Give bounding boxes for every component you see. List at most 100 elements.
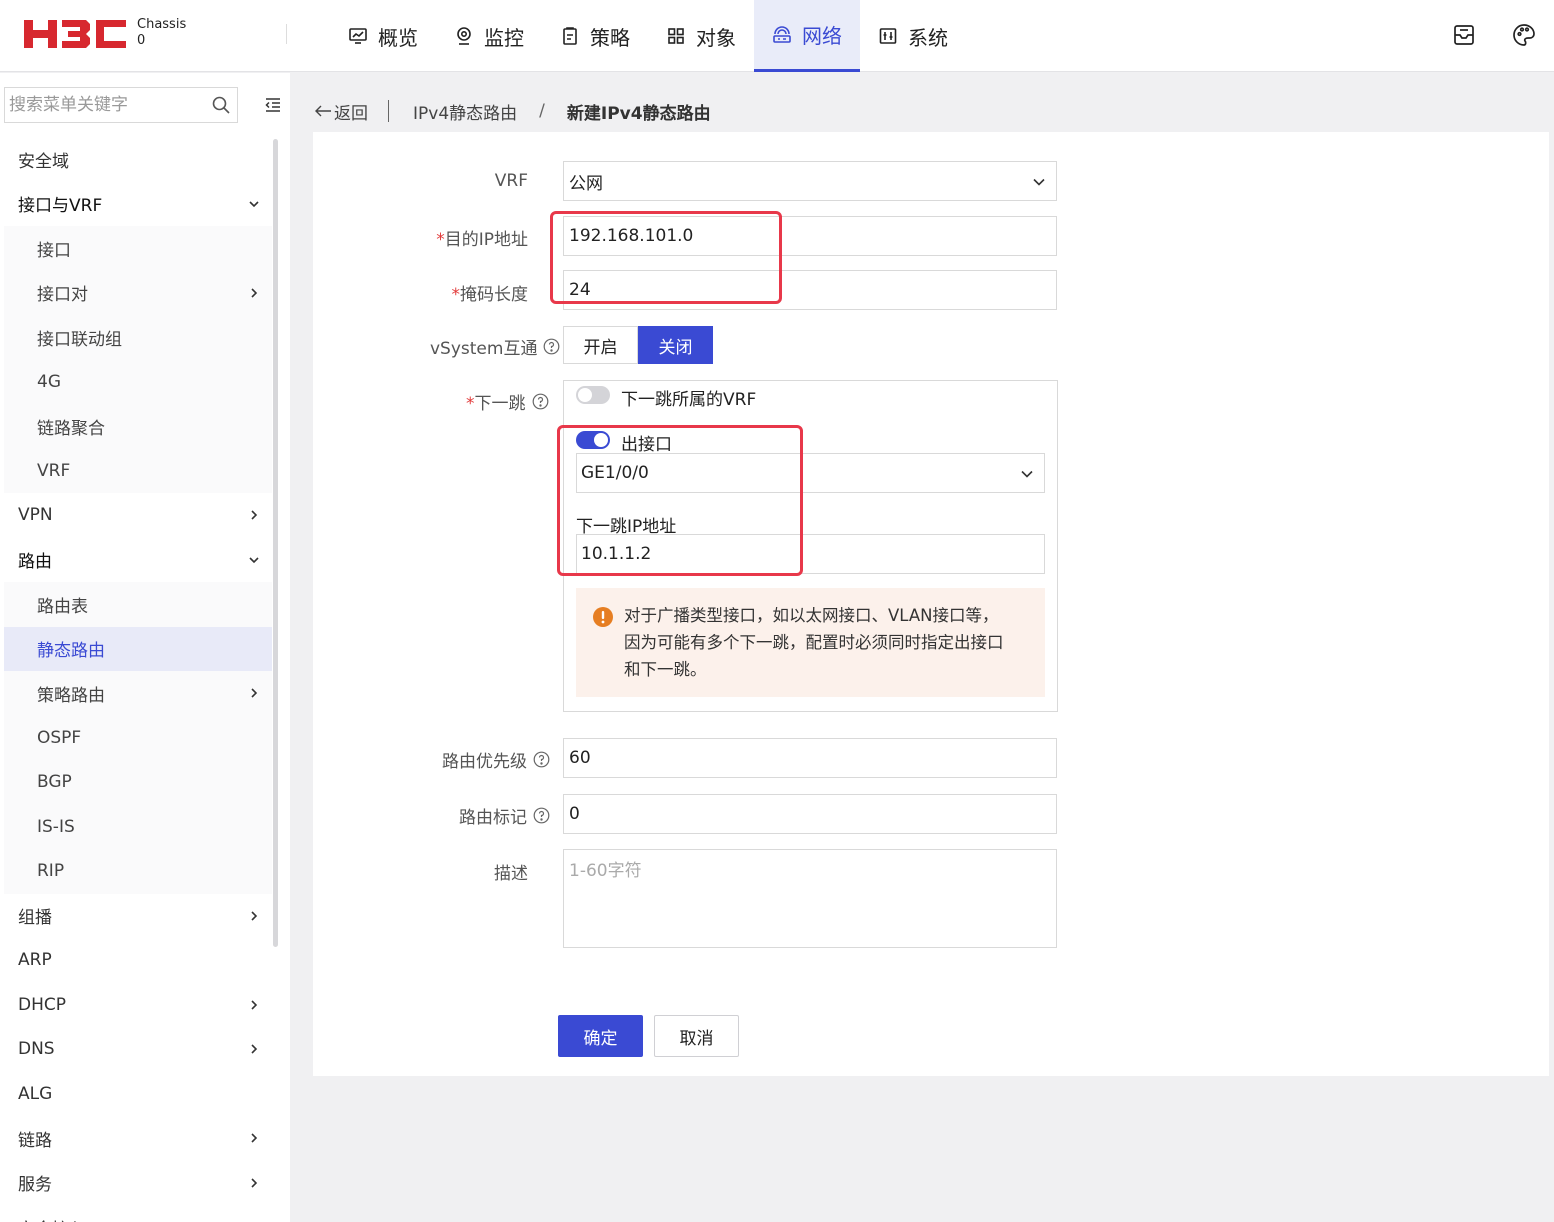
sidebar-item[interactable]: 链路聚合 [4, 404, 272, 449]
sidebar-item[interactable]: 路由 [4, 538, 272, 583]
sidebar-item-label: 组播 [18, 908, 52, 929]
nav-overview-label: 概览 [378, 25, 418, 50]
help-icon[interactable] [532, 393, 549, 410]
dest-ip-label-text: 目的IP地址 [444, 230, 528, 250]
h3c-logo[interactable] [24, 18, 126, 50]
nav-object[interactable]: 对象 [648, 0, 754, 72]
sidebar-item[interactable]: 4G [4, 359, 272, 404]
sidebar-item-label: 接口 [37, 240, 71, 261]
out-interface-select[interactable]: GE1/0/0 [576, 453, 1045, 493]
sidebar-item[interactable]: 接口联动组 [4, 315, 272, 360]
chevron-right-icon [251, 911, 258, 921]
out-interface-value: GE1/0/0 [581, 463, 649, 483]
sidebar-scrollbar[interactable] [273, 139, 278, 947]
sidebar-item-label: IS-IS [37, 816, 75, 837]
help-icon[interactable] [543, 338, 560, 355]
dest-ip-input[interactable]: 192.168.101.0 [563, 216, 1057, 256]
nav-monitor[interactable]: 监控 [436, 0, 542, 72]
tag-value: 0 [569, 804, 580, 824]
sidebar-item[interactable]: VPN [4, 493, 272, 538]
sidebar-item[interactable]: RIP [4, 849, 272, 894]
nav-system[interactable]: 系统 [860, 0, 966, 72]
mask-required-mark: * [451, 285, 461, 305]
sidebar-item-label: 路由表 [37, 596, 88, 617]
chevron-right-icon [251, 288, 258, 298]
sidebar-item-label: 链路聚合 [37, 418, 105, 439]
sidebar-item[interactable]: 接口对 [4, 270, 272, 315]
sidebar-item-label: 安全接入 [18, 1215, 86, 1222]
sidebar-item-label: 服务 [18, 1175, 52, 1196]
mailbox-icon[interactable] [1451, 22, 1477, 48]
description-label: 描述 [494, 859, 528, 884]
nexthop-vrf-toggle[interactable] [576, 386, 610, 404]
toggle-knob [578, 388, 592, 402]
sidebar-item-label: 链路 [18, 1130, 52, 1151]
vsystem-switch: 开启 关闭 [563, 326, 713, 364]
sidebar-item[interactable]: 策略路由 [4, 671, 272, 716]
breadcrumb-parent[interactable]: IPv4静态路由 [413, 99, 517, 124]
sidebar-item[interactable]: VRF [4, 448, 272, 493]
sidebar-item-label: 静态路由 [37, 641, 105, 662]
sidebar-item-label: 接口与VRF [18, 196, 103, 217]
search-icon[interactable] [211, 95, 231, 115]
chevron-right-icon [251, 1133, 258, 1143]
ok-button[interactable]: 确定 [558, 1015, 643, 1057]
vsystem-label: vSystem互通 [430, 334, 560, 359]
dest-ip-label: *目的IP地址 [436, 225, 528, 250]
cancel-button[interactable]: 取消 [654, 1015, 739, 1057]
priority-label-text: 路由优先级 [442, 752, 527, 772]
vrf-label-text: VRF [494, 171, 528, 191]
sidebar-item[interactable]: IS-IS [4, 804, 272, 849]
sidebar-item-label: VRF [37, 460, 71, 481]
nexthop-warning: 对于广播类型接口，如以太网接口、VLAN接口等， 因为可能有多个下一跳，配置时必… [576, 588, 1045, 697]
vrf-select-value: 公网 [569, 173, 603, 194]
main-nav: 概览 监控 策略 对象 网络 系统 [330, 0, 966, 72]
sidebar-item[interactable]: 静态路由 [4, 626, 272, 671]
palette-icon[interactable] [1511, 22, 1537, 48]
sidebar-item[interactable]: 接口与VRF [4, 182, 272, 227]
help-icon[interactable] [533, 751, 550, 768]
sidebar-item-label: 接口对 [37, 285, 88, 306]
sidebar-item-label: ARP [18, 950, 52, 971]
tag-label: 路由标记 [459, 803, 550, 828]
sidebar-item[interactable]: 路由表 [4, 582, 272, 627]
menu-search-input[interactable] [5, 88, 201, 122]
sidebar-item-label: DHCP [18, 994, 66, 1015]
vsystem-off-option[interactable]: 关闭 [638, 326, 713, 364]
nav-network[interactable]: 网络 [754, 0, 860, 72]
sidebar-item[interactable]: ARP [4, 938, 272, 983]
sidebar-item[interactable]: ALG [4, 1072, 272, 1117]
help-icon[interactable] [533, 807, 550, 824]
mask-length-input[interactable]: 24 [563, 270, 1057, 310]
sidebar-item[interactable]: OSPF [4, 715, 272, 760]
description-textarea[interactable]: 1-60字符 [563, 849, 1057, 948]
sidebar-item[interactable]: DHCP [4, 983, 272, 1028]
vrf-select[interactable]: 公网 [563, 161, 1057, 201]
sidebar-item[interactable]: 链路 [4, 1116, 272, 1161]
description-placeholder: 1-60字符 [569, 861, 642, 881]
nav-overview[interactable]: 概览 [330, 0, 436, 72]
sidebar-item-label: ALG [18, 1083, 53, 1104]
sidebar-item[interactable]: 组播 [4, 894, 272, 939]
description-label-text: 描述 [494, 864, 528, 884]
toggle-knob [594, 433, 608, 447]
sidebar-item[interactable]: 接口 [4, 226, 272, 271]
out-interface-toggle[interactable] [576, 431, 610, 449]
sidebar-item[interactable]: 服务 [4, 1161, 272, 1206]
nav-policy[interactable]: 策略 [542, 0, 648, 72]
sidebar-item[interactable]: BGP [4, 760, 272, 805]
nexthop-ip-input[interactable]: 10.1.1.2 [576, 534, 1045, 574]
sidebar-item[interactable]: 安全域 [4, 137, 272, 182]
vsystem-on-option[interactable]: 开启 [563, 326, 638, 364]
nav-network-label: 网络 [802, 24, 842, 48]
chevron-down-icon [1021, 470, 1033, 478]
sidebar-item[interactable]: DNS [4, 1027, 272, 1072]
back-link[interactable]: 返回 [314, 99, 368, 124]
clipboard-icon [563, 27, 577, 45]
priority-input[interactable]: 60 [563, 738, 1057, 778]
tag-input[interactable]: 0 [563, 794, 1057, 834]
sidebar-item-label: RIP [37, 861, 65, 882]
mask-length-value: 24 [569, 280, 591, 300]
sidebar-item[interactable]: 安全接入 [4, 1205, 272, 1222]
collapse-menu-icon[interactable] [264, 97, 282, 113]
